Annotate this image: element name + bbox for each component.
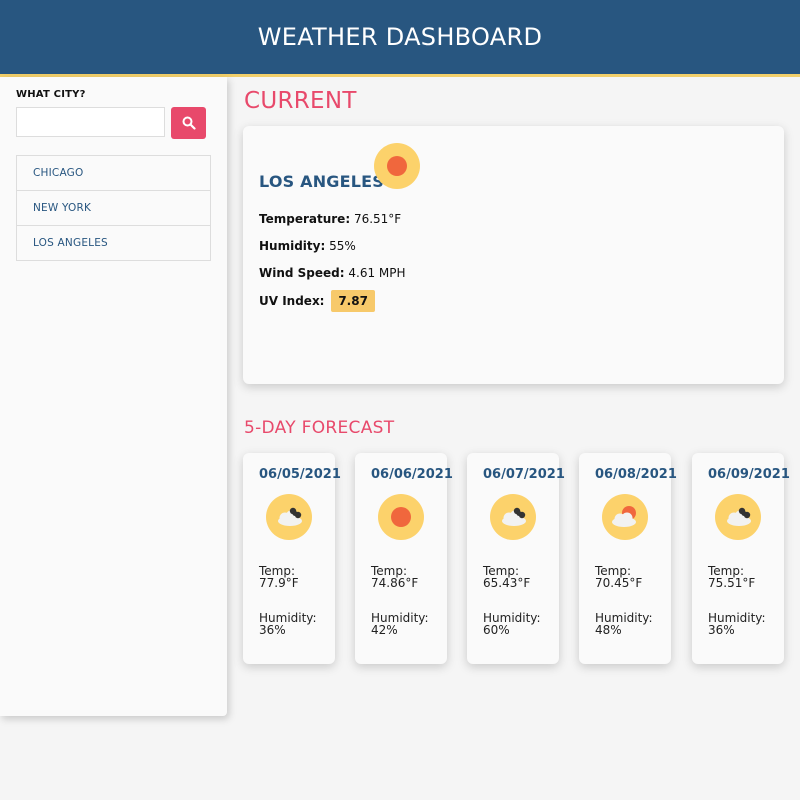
sun-icon [378, 494, 424, 540]
city-search-label: WHAT CITY? [16, 89, 86, 100]
wind-speed-value: 4.61 MPH [348, 266, 406, 280]
city-item-chicago[interactable]: CHICAGO [17, 156, 210, 191]
wind-speed-row: Wind Speed: 4.61 MPH [259, 266, 406, 280]
forecast-temp-value: 74.86°F [371, 576, 419, 590]
humidity-row: Humidity: 55% [259, 239, 356, 253]
city-history-list: CHICAGO NEW YORK LOS ANGELES [16, 155, 211, 261]
cloud-rain-icon [715, 494, 761, 540]
forecast-humidity-value: 48% [595, 623, 622, 637]
current-weather-card: LOS ANGELES Temperature: 76.51°F Humidit… [243, 126, 784, 384]
forecast-humidity-value: 36% [708, 623, 735, 637]
forecast-temp-value: 65.43°F [483, 576, 531, 590]
header-bar: WEATHER DASHBOARD [0, 0, 800, 77]
partly-cloudy-icon [602, 494, 648, 540]
uv-index-badge: 7.87 [331, 290, 375, 312]
humidity-label: Humidity: [259, 239, 326, 253]
current-section-title: CURRENT [244, 88, 357, 114]
page-title: WEATHER DASHBOARD [257, 23, 543, 51]
forecast-section-title: 5-DAY FORECAST [244, 418, 395, 438]
forecast-date: 06/08/2021 [595, 467, 677, 482]
humidity-value: 55% [329, 239, 356, 253]
uv-index-label: UV Index: [259, 294, 325, 308]
forecast-temp-value: 77.9°F [259, 576, 299, 590]
uv-index-row: UV Index: 7.87 [259, 290, 375, 312]
forecast-card: 06/05/2021 Temp: 77.9°F Humidity: 36% [243, 453, 341, 664]
forecast-humidity-value: 36% [259, 623, 286, 637]
search-button[interactable] [171, 107, 206, 139]
forecast-card: 06/09/2021 Temp: 75.51°F Humidity: 36% [692, 453, 790, 664]
cloud-rain-icon [490, 494, 536, 540]
temperature-value: 76.51°F [353, 212, 402, 226]
forecast-date: 06/06/2021 [371, 467, 453, 482]
forecast-date: 06/09/2021 [708, 467, 790, 482]
forecast-card: 06/07/2021 Temp: 65.43°F Humidity: 60% [467, 453, 565, 664]
city-item-new-york[interactable]: NEW YORK [17, 191, 210, 226]
current-city-name: LOS ANGELES [259, 172, 385, 191]
forecast-temp-value: 75.51°F [708, 576, 756, 590]
search-icon [182, 116, 196, 130]
forecast-humidity-value: 60% [483, 623, 510, 637]
sidebar: WHAT CITY? CHICAGO NEW YORK LOS ANGELES [0, 77, 227, 716]
cloud-rain-icon [266, 494, 312, 540]
city-search-input[interactable] [16, 107, 165, 137]
city-item-los-angeles[interactable]: LOS ANGELES [17, 226, 210, 260]
temperature-label: Temperature: [259, 212, 351, 226]
forecast-humidity-value: 42% [371, 623, 398, 637]
wind-speed-label: Wind Speed: [259, 266, 345, 280]
forecast-date: 06/05/2021 [259, 467, 341, 482]
temperature-row: Temperature: 76.51°F [259, 212, 401, 226]
forecast-date: 06/07/2021 [483, 467, 565, 482]
forecast-temp-value: 70.45°F [595, 576, 643, 590]
forecast-card: 06/06/2021 Temp: 74.86°F Humidity: 42% [355, 453, 453, 664]
forecast-card: 06/08/2021 Temp: 70.45°F Humidity: 48% [579, 453, 677, 664]
sun-icon [374, 143, 420, 189]
